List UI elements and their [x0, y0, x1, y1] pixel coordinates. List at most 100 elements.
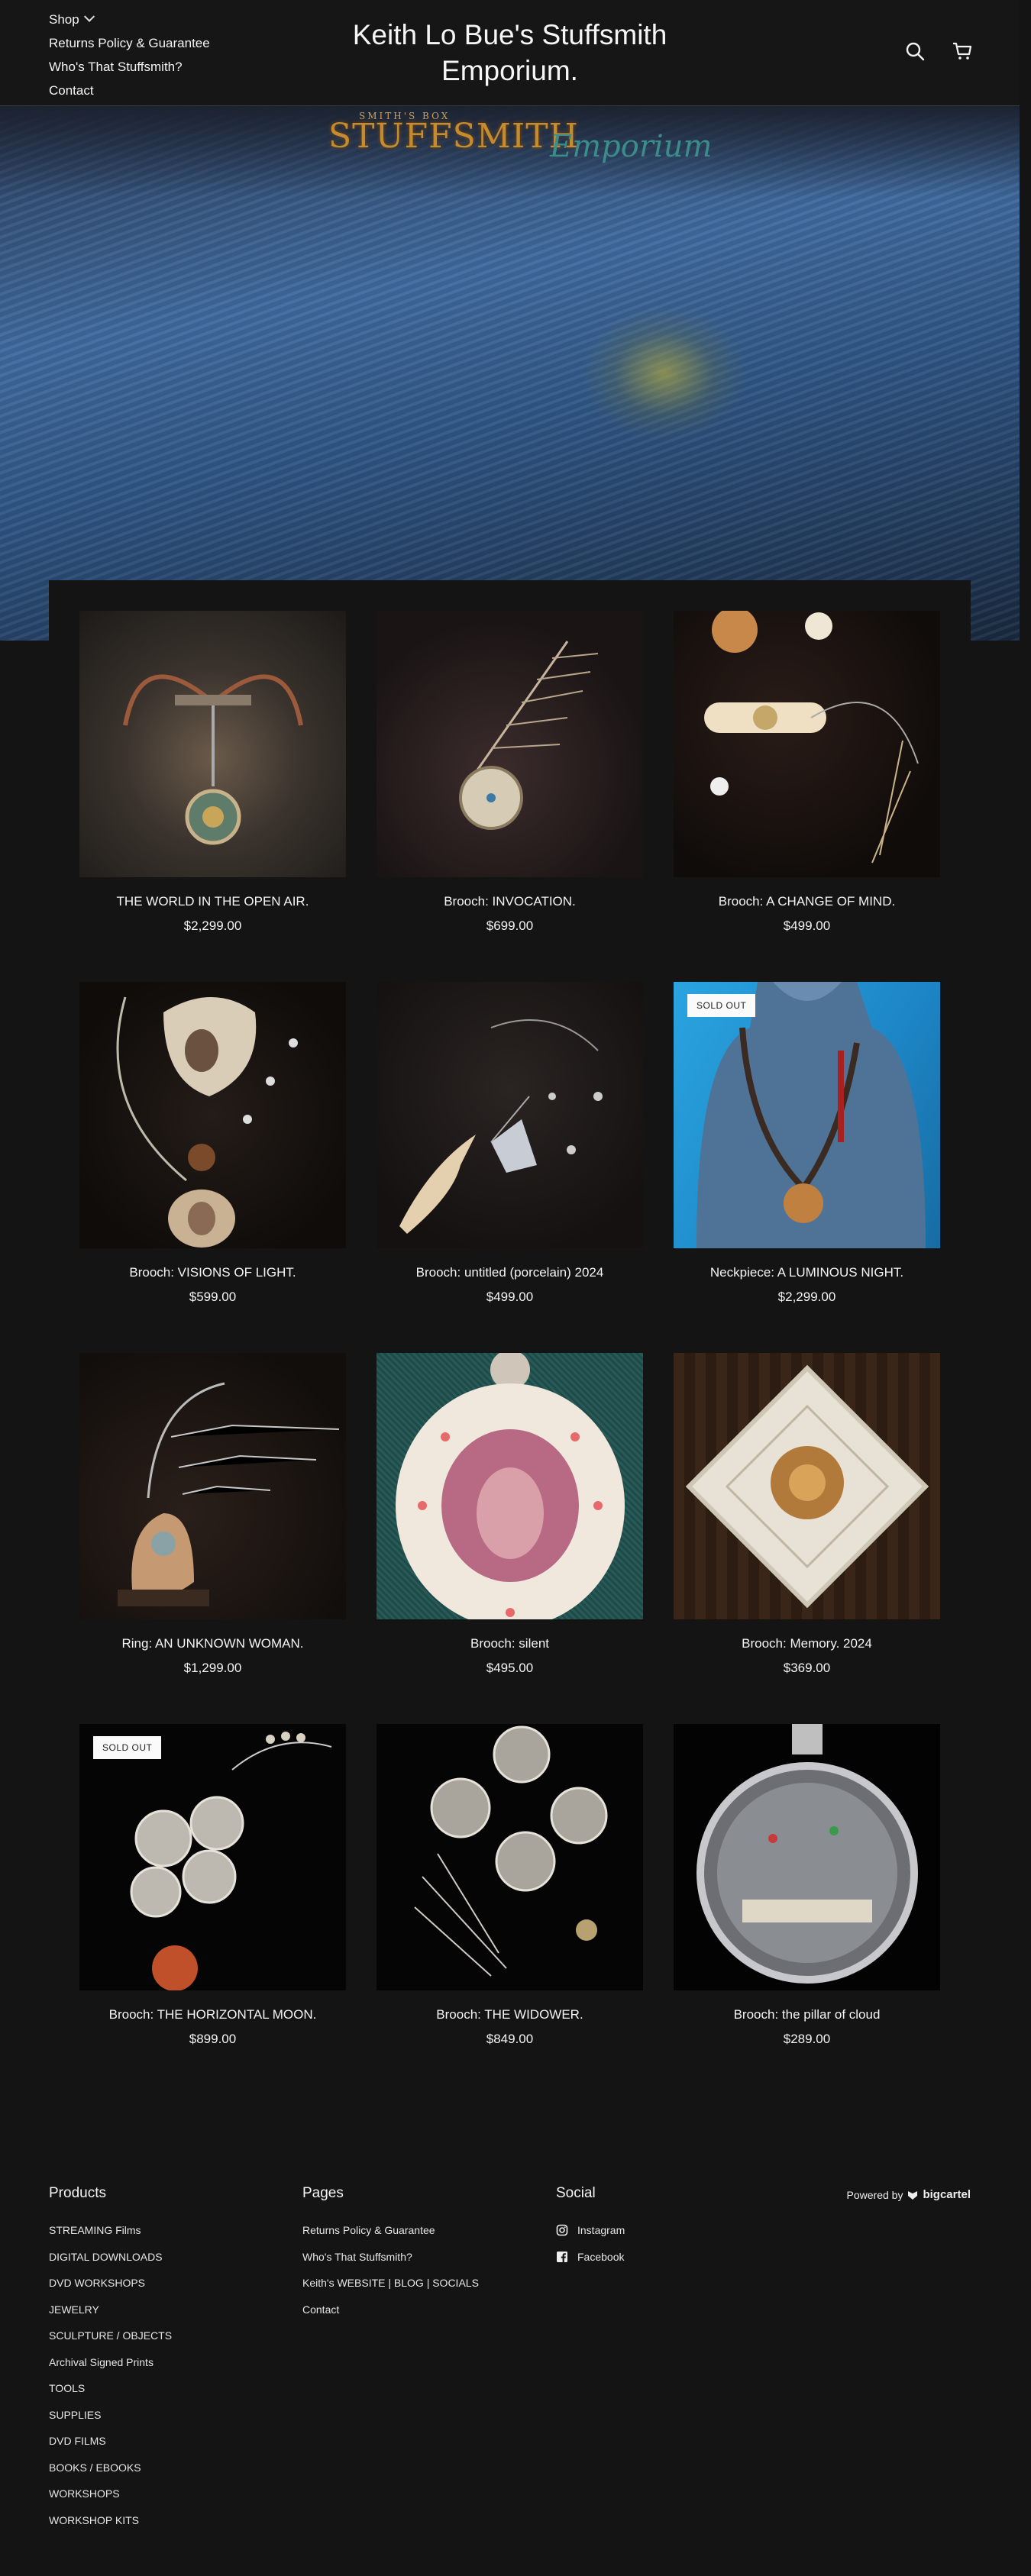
product-price: $899.00 [189, 2032, 237, 2046]
footer-products: Products STREAMING Films DIGITAL DOWNLOA… [49, 2185, 172, 2533]
footer-product-link[interactable]: TOOLS [49, 2375, 172, 2402]
product-card[interactable]: SOLD OUT Brooch: THE HORIZONTAL MOON. $8… [79, 1724, 346, 2047]
footer-product-link[interactable]: DIGITAL DOWNLOADS [49, 2244, 172, 2271]
product-card[interactable]: Brooch: VISIONS OF LIGHT. $599.00 [79, 982, 346, 1305]
product-name[interactable]: Neckpiece: A LUMINOUS NIGHT. [674, 1265, 940, 1280]
footer-product-link[interactable]: SUPPLIES [49, 2402, 172, 2429]
footer-product-link[interactable]: SCULPTURE / OBJECTS [49, 2323, 172, 2349]
header-actions [903, 40, 974, 63]
nav-shop[interactable]: Shop [49, 8, 210, 31]
product-image[interactable] [79, 1353, 346, 1619]
product-image[interactable] [377, 1724, 643, 1990]
product-image[interactable] [674, 1353, 940, 1619]
facebook-icon [557, 2251, 567, 2262]
bigcartel-brand: bigcartel [923, 2188, 971, 2201]
footer-product-link[interactable]: WORKSHOPS [49, 2481, 172, 2507]
footer-pages: Pages Returns Policy & Guarantee Who's T… [302, 2185, 479, 2323]
product-list: THE WORLD IN THE OPEN AIR. $2,299.00 Bro… [49, 580, 971, 2092]
instagram-icon [556, 2224, 568, 2236]
bigcartel-logo-icon [908, 2190, 918, 2200]
product-card[interactable]: Brooch: Memory. 2024 $369.00 [674, 1353, 940, 1676]
nav-contact[interactable]: Contact [49, 79, 210, 102]
product-image[interactable]: SOLD OUT [674, 982, 940, 1248]
product-name[interactable]: Brooch: THE WIDOWER. [377, 2007, 643, 2022]
main-nav: Shop Returns Policy & Guarantee Who's Th… [49, 8, 210, 102]
footer-instagram-link[interactable]: Instagram [556, 2217, 625, 2244]
product-image[interactable] [377, 611, 643, 877]
product-price: $369.00 [783, 1661, 831, 1675]
footer-products-heading: Products [49, 2185, 106, 2201]
product-image[interactable] [377, 982, 643, 1248]
hero-banner: SMITH'S BOX STUFFSMITH Emporium [0, 106, 1020, 641]
powered-by[interactable]: Powered by bigcartel [847, 2188, 971, 2201]
product-card[interactable]: Brooch: untitled (porcelain) 2024 $499.0… [377, 982, 643, 1305]
product-price: $849.00 [486, 2032, 534, 2046]
footer-social: Social Instagram Facebook [556, 2185, 625, 2270]
footer-pages-heading: Pages [302, 2185, 344, 2201]
product-name[interactable]: Brooch: the pillar of cloud [674, 2007, 940, 2022]
footer-product-link[interactable]: DVD WORKSHOPS [49, 2270, 172, 2297]
product-price: $499.00 [486, 1290, 534, 1304]
product-card[interactable]: SOLD OUT Neckpiece: A LUMINOUS NIGHT. $2… [674, 982, 940, 1305]
footer-product-link[interactable]: BOOKS / EBOOKS [49, 2455, 172, 2481]
product-card[interactable]: Ring: AN UNKNOWN WOMAN. $1,299.00 [79, 1353, 346, 1676]
product-price: $289.00 [783, 2032, 831, 2046]
store-title[interactable]: Keith Lo Bue's Stuffsmith Emporium. [305, 17, 714, 89]
product-price: $699.00 [486, 918, 534, 933]
chevron-down-icon [83, 11, 95, 22]
product-image[interactable] [674, 1724, 940, 1990]
nav-whos-that-stuffsmith[interactable]: Who's That Stuffsmith? [49, 55, 210, 79]
product-name[interactable]: Brooch: THE HORIZONTAL MOON. [79, 2007, 346, 2022]
logo-script-text: Emporium [550, 129, 713, 164]
product-image[interactable] [79, 982, 346, 1248]
footer-product-link[interactable]: Archival Signed Prints [49, 2349, 172, 2376]
product-name[interactable]: Brooch: Memory. 2024 [674, 1636, 940, 1651]
footer-page-link[interactable]: Keith's WEBSITE | BLOG | SOCIALS [302, 2270, 479, 2297]
product-card[interactable]: Brooch: A CHANGE OF MIND. $499.00 [674, 611, 940, 934]
footer-product-link[interactable]: WORKSHOP KITS [49, 2507, 172, 2534]
site-footer: Products STREAMING Films DIGITAL DOWNLOA… [0, 2092, 1020, 2576]
product-name[interactable]: Brooch: VISIONS OF LIGHT. [79, 1265, 346, 1280]
product-card[interactable]: Brooch: silent $495.00 [377, 1353, 643, 1676]
product-image[interactable] [377, 1353, 643, 1619]
product-price: $599.00 [189, 1290, 237, 1304]
product-image[interactable] [79, 611, 346, 877]
footer-page-link[interactable]: Contact [302, 2297, 479, 2323]
facebook-label: Facebook [577, 2250, 625, 2263]
footer-product-link[interactable]: DVD FILMS [49, 2428, 172, 2455]
nav-returns-policy[interactable]: Returns Policy & Guarantee [49, 31, 210, 55]
product-card[interactable]: Brooch: the pillar of cloud $289.00 [674, 1724, 940, 2047]
product-price: $2,299.00 [777, 1290, 836, 1304]
sold-out-badge: SOLD OUT [687, 994, 756, 1017]
footer-page-link[interactable]: Returns Policy & Guarantee [302, 2217, 479, 2244]
logo-main-text: STUFFSMITH [328, 117, 579, 156]
store-logo: SMITH'S BOX STUFFSMITH Emporium [328, 111, 712, 172]
footer-social-heading: Social [556, 2185, 596, 2201]
footer-product-link[interactable]: STREAMING Films [49, 2217, 172, 2244]
cart-icon[interactable] [951, 40, 974, 63]
product-image[interactable]: SOLD OUT [79, 1724, 346, 1990]
product-name[interactable]: Brooch: A CHANGE OF MIND. [674, 894, 940, 909]
search-icon[interactable] [903, 40, 926, 63]
footer-page-link[interactable]: Who's That Stuffsmith? [302, 2244, 479, 2271]
site-header: Shop Returns Policy & Guarantee Who's Th… [0, 0, 1020, 106]
product-name[interactable]: THE WORLD IN THE OPEN AIR. [79, 894, 346, 909]
product-image[interactable] [674, 611, 940, 877]
product-card[interactable]: Brooch: THE WIDOWER. $849.00 [377, 1724, 643, 2047]
product-price: $499.00 [783, 918, 831, 933]
product-name[interactable]: Brooch: silent [377, 1636, 643, 1651]
footer-facebook-link[interactable]: Facebook [556, 2244, 625, 2271]
powered-by-label: Powered by [846, 2188, 903, 2201]
product-card[interactable]: Brooch: INVOCATION. $699.00 [377, 611, 643, 934]
instagram-label: Instagram [577, 2224, 625, 2237]
footer-product-link[interactable]: JEWELRY [49, 2297, 172, 2323]
product-price: $495.00 [486, 1661, 534, 1675]
nav-shop-label: Shop [49, 11, 79, 27]
product-price: $1,299.00 [183, 1661, 242, 1675]
product-price: $2,299.00 [183, 918, 242, 933]
product-name[interactable]: Brooch: INVOCATION. [377, 894, 643, 909]
product-name[interactable]: Ring: AN UNKNOWN WOMAN. [79, 1636, 346, 1651]
product-name[interactable]: Brooch: untitled (porcelain) 2024 [377, 1265, 643, 1280]
sold-out-badge: SOLD OUT [93, 1736, 162, 1759]
product-card[interactable]: THE WORLD IN THE OPEN AIR. $2,299.00 [79, 611, 346, 934]
